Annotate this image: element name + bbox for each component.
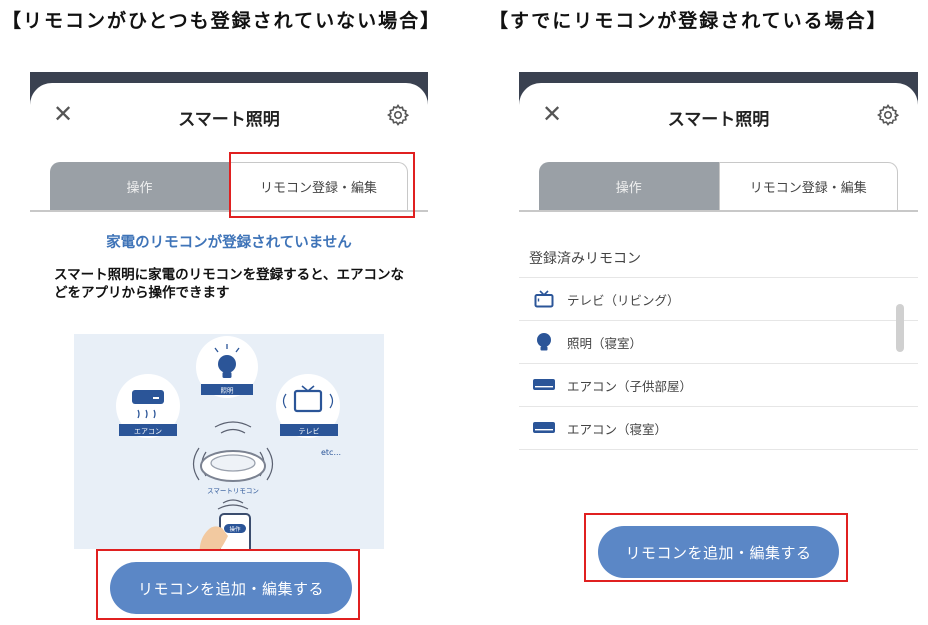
list-item[interactable]: エアコン（寝室） <box>519 407 918 450</box>
left-caption: 【リモコンがひとつも登録されていない場合】 <box>2 10 442 32</box>
list-item[interactable]: エアコン（子供部屋） <box>519 364 918 407</box>
aircon-icon <box>533 374 555 396</box>
modal-header: ✕ スマート照明 <box>30 83 428 149</box>
smart-remote-illustration: エアコン 照明 テレビ etc... スマートリモコン 操作 <box>74 334 384 549</box>
add-edit-remote-button[interactable]: リモコンを追加・編集する <box>110 562 352 614</box>
tv-icon <box>533 288 555 310</box>
smartphone-icon: 操作 <box>199 513 251 549</box>
tab-operate[interactable]: 操作 <box>539 162 719 210</box>
light-label: 照明 <box>221 387 235 395</box>
phone-with-remotes: ✕ スマート照明 操作 リモコン登録・編集 登録済みリモコン テレビ（リビング）… <box>519 72 918 625</box>
list-item[interactable]: テレビ（リビング） <box>519 278 918 321</box>
tab-divider <box>30 210 428 212</box>
page-title: スマート照明 <box>178 110 280 130</box>
list-item[interactable]: 照明（寝室） <box>519 321 918 364</box>
lightbulb-icon <box>533 331 555 353</box>
list-scrollbar[interactable] <box>896 304 904 352</box>
etc-label: etc... <box>321 448 341 457</box>
aircon-label: エアコン <box>134 428 162 436</box>
remote-label: エアコン（子供部屋） <box>567 378 693 394</box>
registered-remotes-title: 登録済みリモコン <box>529 251 641 267</box>
tab-remote-register-edit[interactable]: リモコン登録・編集 <box>229 162 408 210</box>
add-edit-remote-button[interactable]: リモコンを追加・編集する <box>598 526 839 578</box>
empty-state-heading: 家電のリモコンが登録されていません <box>106 235 352 251</box>
modal-sheet: ✕ スマート照明 操作 リモコン登録・編集 登録済みリモコン テレビ（リビング）… <box>519 83 918 625</box>
smart-remote-label: スマートリモコン <box>207 487 259 495</box>
smart-remote-device-icon <box>200 450 266 482</box>
tab-operate[interactable]: 操作 <box>50 162 229 210</box>
operate-badge-label: 操作 <box>229 525 241 533</box>
remote-label: 照明（寝室） <box>567 335 643 351</box>
right-caption: 【すでにリモコンが登録されている場合】 <box>489 10 888 32</box>
phone-no-remotes: ✕ スマート照明 操作 リモコン登録・編集 家電のリモコンが登録されていません … <box>30 72 428 625</box>
tab-divider <box>519 210 918 212</box>
modal-header: ✕ スマート照明 <box>519 83 918 149</box>
gear-icon[interactable] <box>876 103 900 127</box>
remote-label: テレビ（リビング） <box>567 292 680 308</box>
gear-icon[interactable] <box>386 103 410 127</box>
tab-remote-register-edit[interactable]: リモコン登録・編集 <box>718 162 898 210</box>
tab-bar: 操作 リモコン登録・編集 <box>539 162 898 210</box>
remote-label: エアコン（寝室） <box>567 421 668 437</box>
aircon-icon <box>533 417 555 439</box>
modal-sheet: ✕ スマート照明 操作 リモコン登録・編集 家電のリモコンが登録されていません … <box>30 83 428 625</box>
page-title: スマート照明 <box>667 110 770 130</box>
tv-label: テレビ <box>299 427 320 436</box>
empty-state-description: スマート照明に家電のリモコンを登録すると、エアコンなどをアプリから操作できます <box>54 267 405 301</box>
tab-bar: 操作 リモコン登録・編集 <box>50 162 408 210</box>
registered-remotes-list: テレビ（リビング） 照明（寝室） エアコン（子供部屋） エアコン（寝室） <box>519 277 918 450</box>
